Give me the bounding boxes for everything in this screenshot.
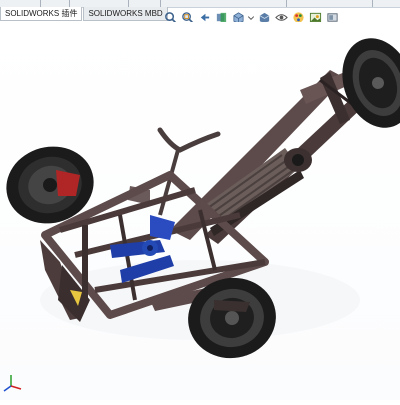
graphics-area[interactable] [0,22,400,400]
chassis-model-render [6,38,400,359]
tab-solidworks-addins[interactable]: SOLIDWORKS 插件 [0,7,83,21]
command-manager-tabs: SOLIDWORKS 插件 SOLIDWORKS MBD [0,7,169,21]
tab-solidworks-mbd[interactable]: SOLIDWORKS MBD [83,7,168,21]
reference-triad-icon [3,375,22,392]
rear-swingarm [170,70,366,244]
